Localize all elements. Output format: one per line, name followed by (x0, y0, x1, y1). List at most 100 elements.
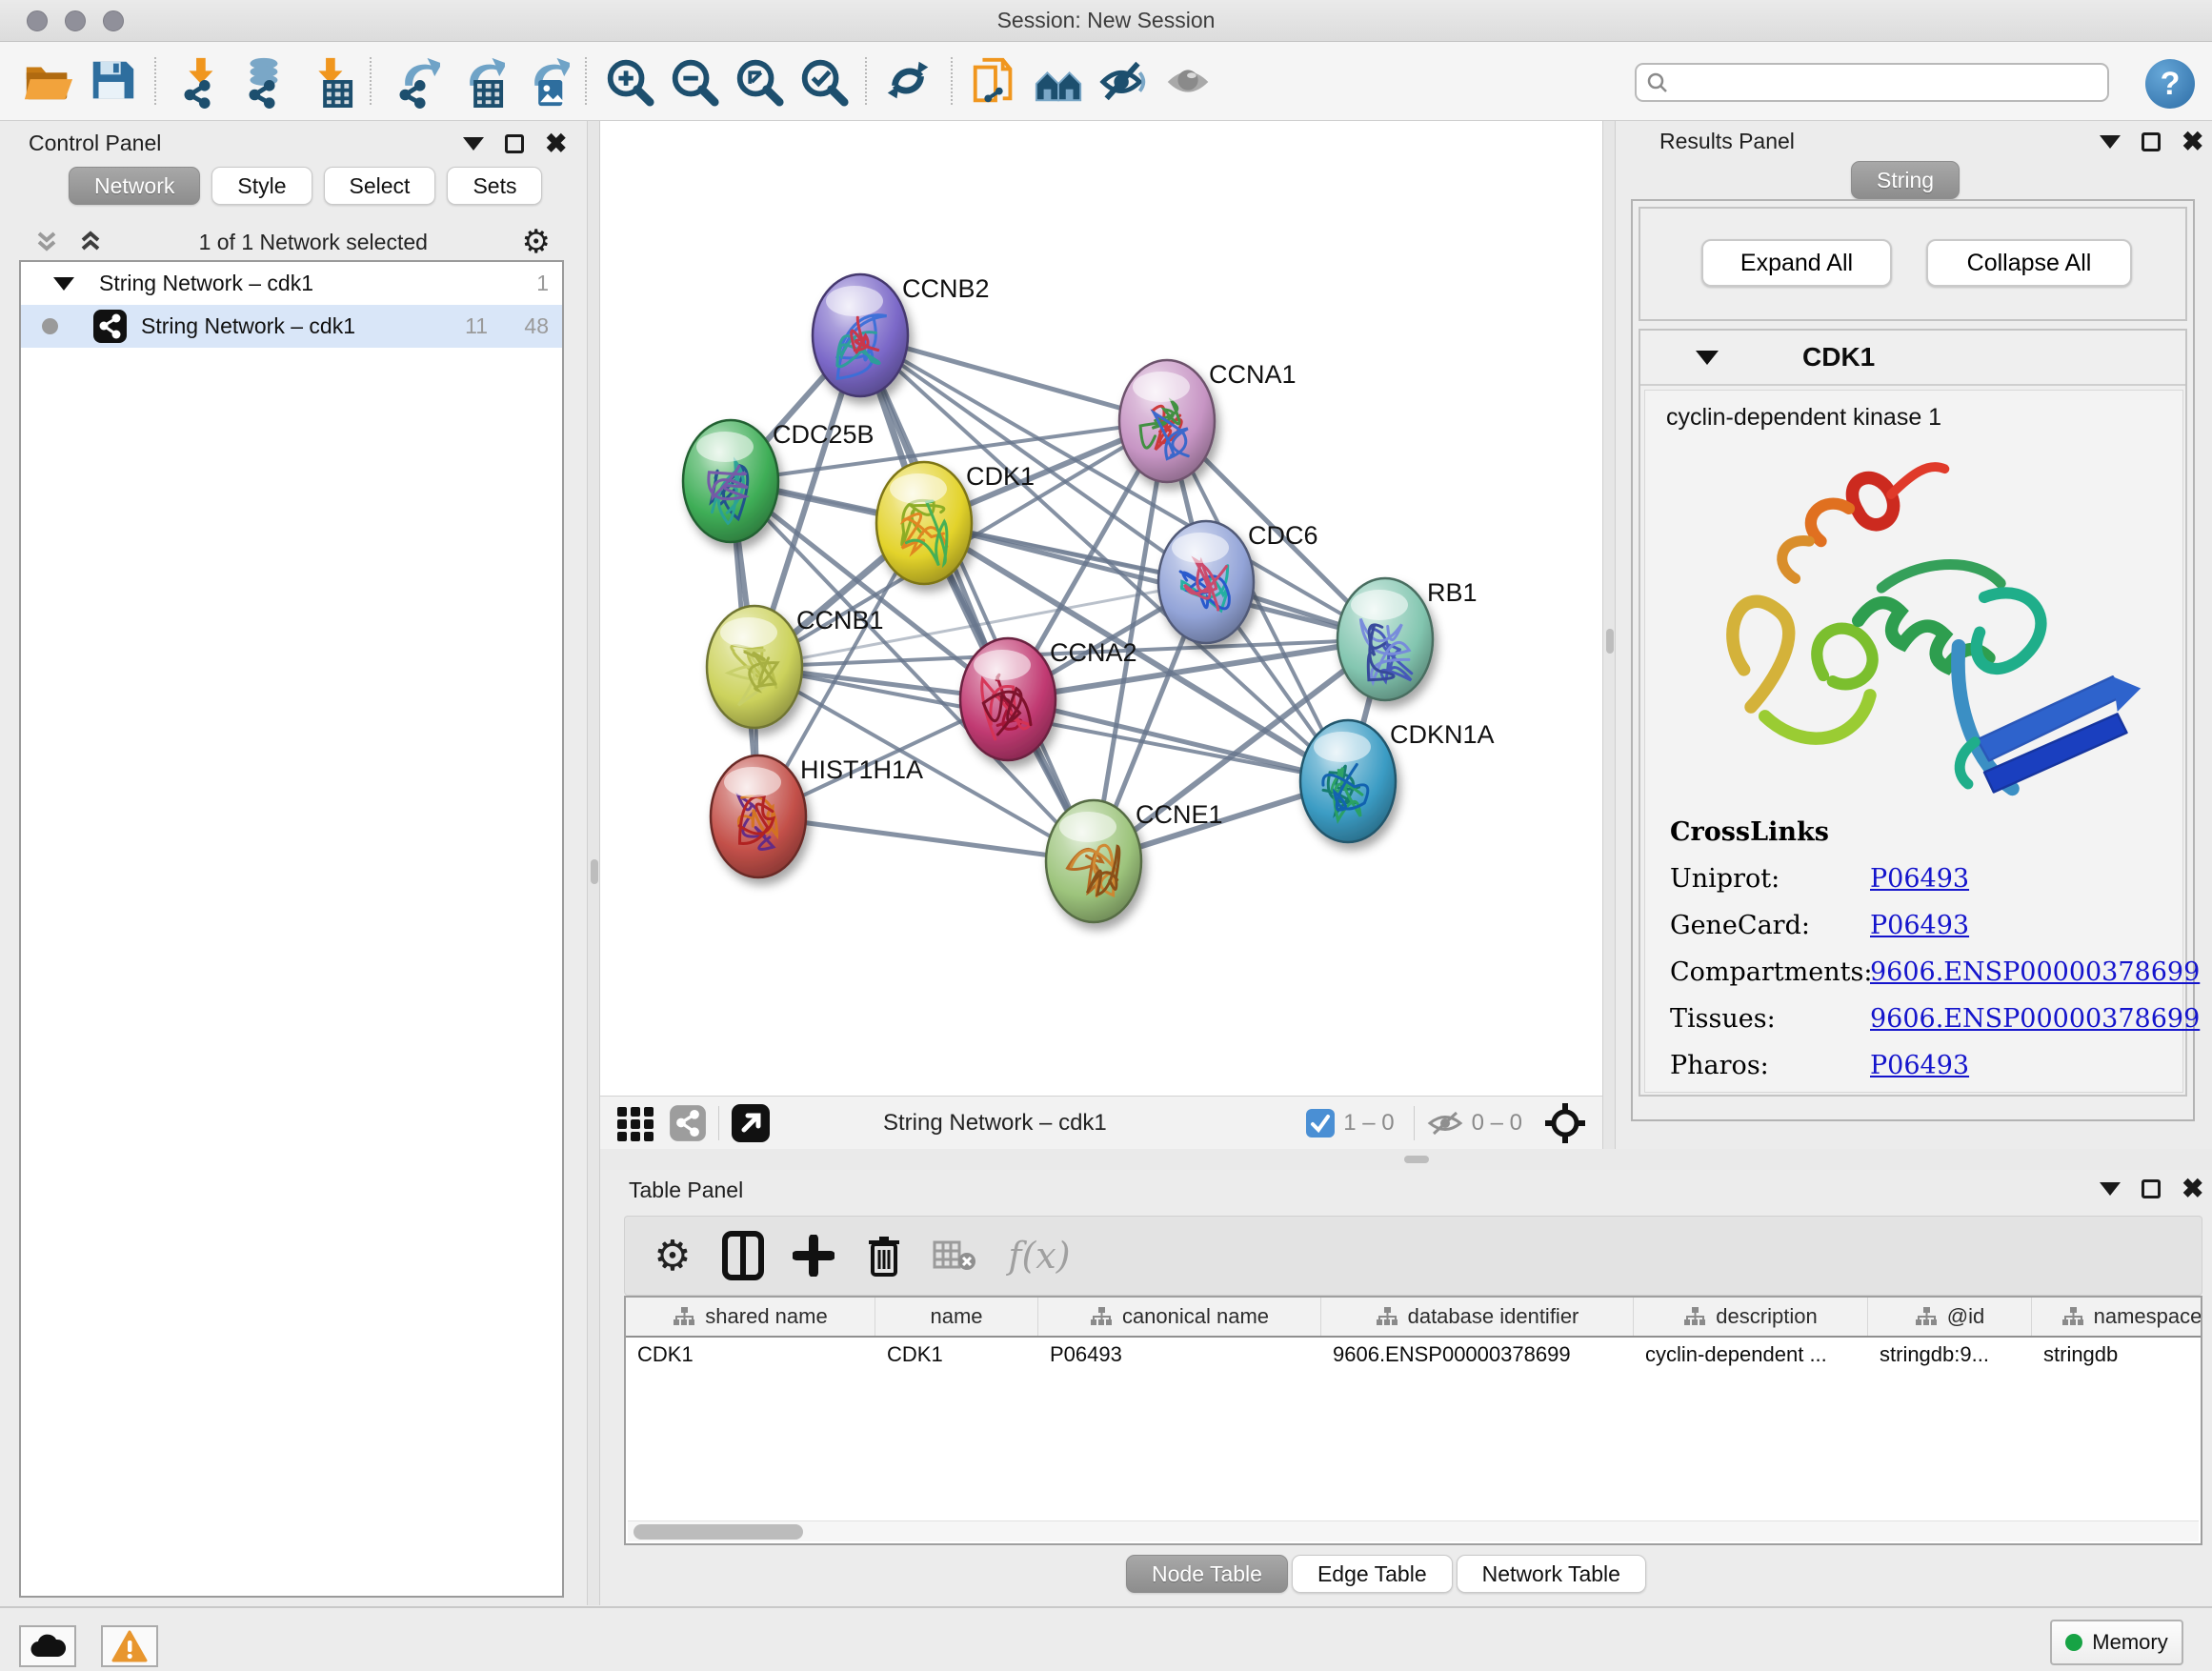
control-panel-close-icon[interactable]: ✖ (545, 134, 567, 153)
network-node-CCNE1[interactable]: CCNE1 (1046, 800, 1223, 922)
network-node-HIST1H1A[interactable]: HIST1H1A (711, 755, 923, 877)
node-section-header[interactable]: CDK1 (1640, 331, 2185, 386)
control-panel-float-icon[interactable] (505, 134, 524, 153)
horizontal-splitter[interactable] (600, 1149, 2212, 1170)
tab-sets[interactable]: Sets (447, 167, 542, 205)
table-panel-float-icon[interactable] (2142, 1179, 2161, 1198)
left-splitter[interactable] (587, 121, 600, 1605)
selected-checkbox-icon[interactable] (1305, 1108, 1336, 1138)
collection-expand-icon[interactable] (53, 277, 74, 291)
save-session-button[interactable] (85, 53, 140, 109)
network-options-gear-icon[interactable]: ⚙ (522, 228, 551, 256)
zoom-fit-button[interactable] (731, 53, 786, 109)
refresh-button[interactable] (881, 53, 936, 109)
network-node-CDC25B[interactable]: CDC25B (683, 420, 875, 542)
string-panel-icon[interactable] (669, 1104, 707, 1142)
network-node-CCNB1[interactable]: CCNB1 (707, 606, 884, 728)
export-image-button[interactable] (515, 53, 571, 109)
zoom-selected-button[interactable] (795, 53, 851, 109)
add-column-icon[interactable] (785, 1227, 842, 1284)
detach-view-icon[interactable] (731, 1103, 771, 1143)
right-splitter[interactable] (1602, 121, 1616, 1149)
zoom-in-button[interactable] (601, 53, 656, 109)
column-header-canonical-name[interactable]: canonical name (1038, 1298, 1321, 1336)
crosslink-link[interactable]: P06493 (1870, 864, 1969, 894)
cloud-button[interactable] (19, 1625, 76, 1667)
collapse-all-icon[interactable] (32, 228, 61, 256)
network-row[interactable]: String Network – cdk1 11 48 (21, 305, 562, 348)
expand-all-button[interactable]: Expand All (1701, 239, 1892, 287)
network-node-RB1[interactable]: RB1 (1337, 578, 1478, 700)
network-collection-row[interactable]: String Network – cdk1 1 (21, 262, 562, 305)
help-button[interactable]: ? (2145, 59, 2195, 109)
delete-column-trash-icon[interactable] (855, 1227, 913, 1284)
tab-select[interactable]: Select (324, 167, 436, 205)
table-cell[interactable]: stringdb:9... (1868, 1338, 2032, 1372)
network-canvas[interactable]: CCNB2CCNA1CDC25BCDK1CDC6RB1CCNB1CCNA2CDK… (600, 121, 1602, 1096)
open-session-button[interactable] (20, 53, 75, 109)
network-node-CDK1[interactable]: CDK1 (876, 462, 1035, 584)
column-label: namespace (2094, 1304, 2202, 1329)
import-network-database-button[interactable] (235, 53, 291, 109)
tab-edge-table[interactable]: Edge Table (1292, 1555, 1453, 1593)
crosslink-link[interactable]: P06493 (1870, 1051, 1969, 1080)
import-table-file-button[interactable] (300, 53, 355, 109)
network-node-CCNA2[interactable]: CCNA2 (960, 638, 1137, 760)
table-panel-close-icon[interactable]: ✖ (2182, 1179, 2203, 1198)
network-view-toolbar: String Network – cdk1 1 – 0 0 – 0 (600, 1096, 1602, 1149)
tab-node-table[interactable]: Node Table (1126, 1555, 1288, 1593)
string-homes-button[interactable] (1032, 53, 1087, 109)
birds-eye-grid-icon[interactable] (615, 1103, 655, 1143)
table-cell[interactable]: cyclin-dependent ... (1634, 1338, 1868, 1372)
toggle-labels-icon (1097, 53, 1151, 109)
edge-HIST1H1A-CCNE1[interactable] (758, 816, 1094, 861)
table-row[interactable]: CDK1CDK1P064939606.ENSP00000378699cyclin… (626, 1338, 2202, 1372)
column-header-id[interactable]: @id (1868, 1298, 2032, 1336)
table-cell[interactable]: P06493 (1038, 1338, 1321, 1372)
column-header-namespace[interactable]: namespace (2032, 1298, 2202, 1336)
table-horizontal-scrollbar[interactable] (628, 1520, 2199, 1541)
warnings-button[interactable] (101, 1625, 158, 1667)
hidden-eye-icon[interactable] (1426, 1109, 1464, 1137)
column-header-database-identifier[interactable]: database identifier (1321, 1298, 1634, 1336)
memory-label: Memory (2092, 1630, 2167, 1655)
table-cell[interactable]: stringdb (2032, 1338, 2202, 1372)
show-columns-icon[interactable] (714, 1227, 772, 1284)
results-panel-collapse-icon[interactable] (2100, 135, 2121, 149)
tab-network[interactable]: Network (69, 167, 200, 205)
column-header-name[interactable]: name (875, 1298, 1038, 1336)
column-header-description[interactable]: description (1634, 1298, 1868, 1336)
clone-network-button[interactable] (967, 53, 1022, 109)
tab-style[interactable]: Style (211, 167, 312, 205)
search-input[interactable] (1677, 70, 2107, 96)
results-panel-float-icon[interactable] (2142, 132, 2161, 151)
column-header-shared-name[interactable]: shared name (626, 1298, 875, 1336)
table-cell[interactable]: CDK1 (875, 1338, 1038, 1372)
network-node-CDC6[interactable]: CDC6 (1158, 521, 1318, 643)
toggle-labels-button[interactable] (1096, 53, 1152, 109)
tab-string[interactable]: String (1851, 161, 1960, 199)
crosslink-link[interactable]: 9606.ENSP00000378699 (1870, 1004, 2200, 1034)
table-cell[interactable]: 9606.ENSP00000378699 (1321, 1338, 1634, 1372)
zoom-out-button[interactable] (666, 53, 721, 109)
control-panel-collapse-icon[interactable] (463, 137, 484, 151)
network-node-CDKN1A[interactable]: CDKN1A (1300, 720, 1495, 842)
scrollbar-thumb[interactable] (633, 1524, 803, 1540)
crosslink-link[interactable]: 9606.ENSP00000378699 (1870, 957, 2200, 987)
section-collapse-icon[interactable] (1696, 351, 1719, 365)
crosslink-link[interactable]: P06493 (1870, 911, 1969, 940)
export-network-button[interactable] (386, 53, 441, 109)
memory-button[interactable]: Memory (2050, 1620, 2183, 1665)
results-panel-close-icon[interactable]: ✖ (2182, 132, 2203, 151)
tab-network-table[interactable]: Network Table (1457, 1555, 1646, 1593)
import-network-file-button[interactable] (171, 53, 226, 109)
fit-selected-crosshair-icon[interactable] (1543, 1101, 1587, 1145)
table-settings-gear-icon[interactable]: ⚙ (644, 1227, 701, 1284)
collapse-all-button[interactable]: Collapse All (1926, 239, 2132, 287)
export-table-button[interactable] (451, 53, 506, 109)
node-label-RB1: RB1 (1427, 578, 1478, 607)
expand-all-icon[interactable] (76, 228, 105, 256)
network-node-CCNB2[interactable]: CCNB2 (813, 274, 990, 396)
table-panel-collapse-icon[interactable] (2100, 1182, 2121, 1196)
table-cell[interactable]: CDK1 (626, 1338, 875, 1372)
